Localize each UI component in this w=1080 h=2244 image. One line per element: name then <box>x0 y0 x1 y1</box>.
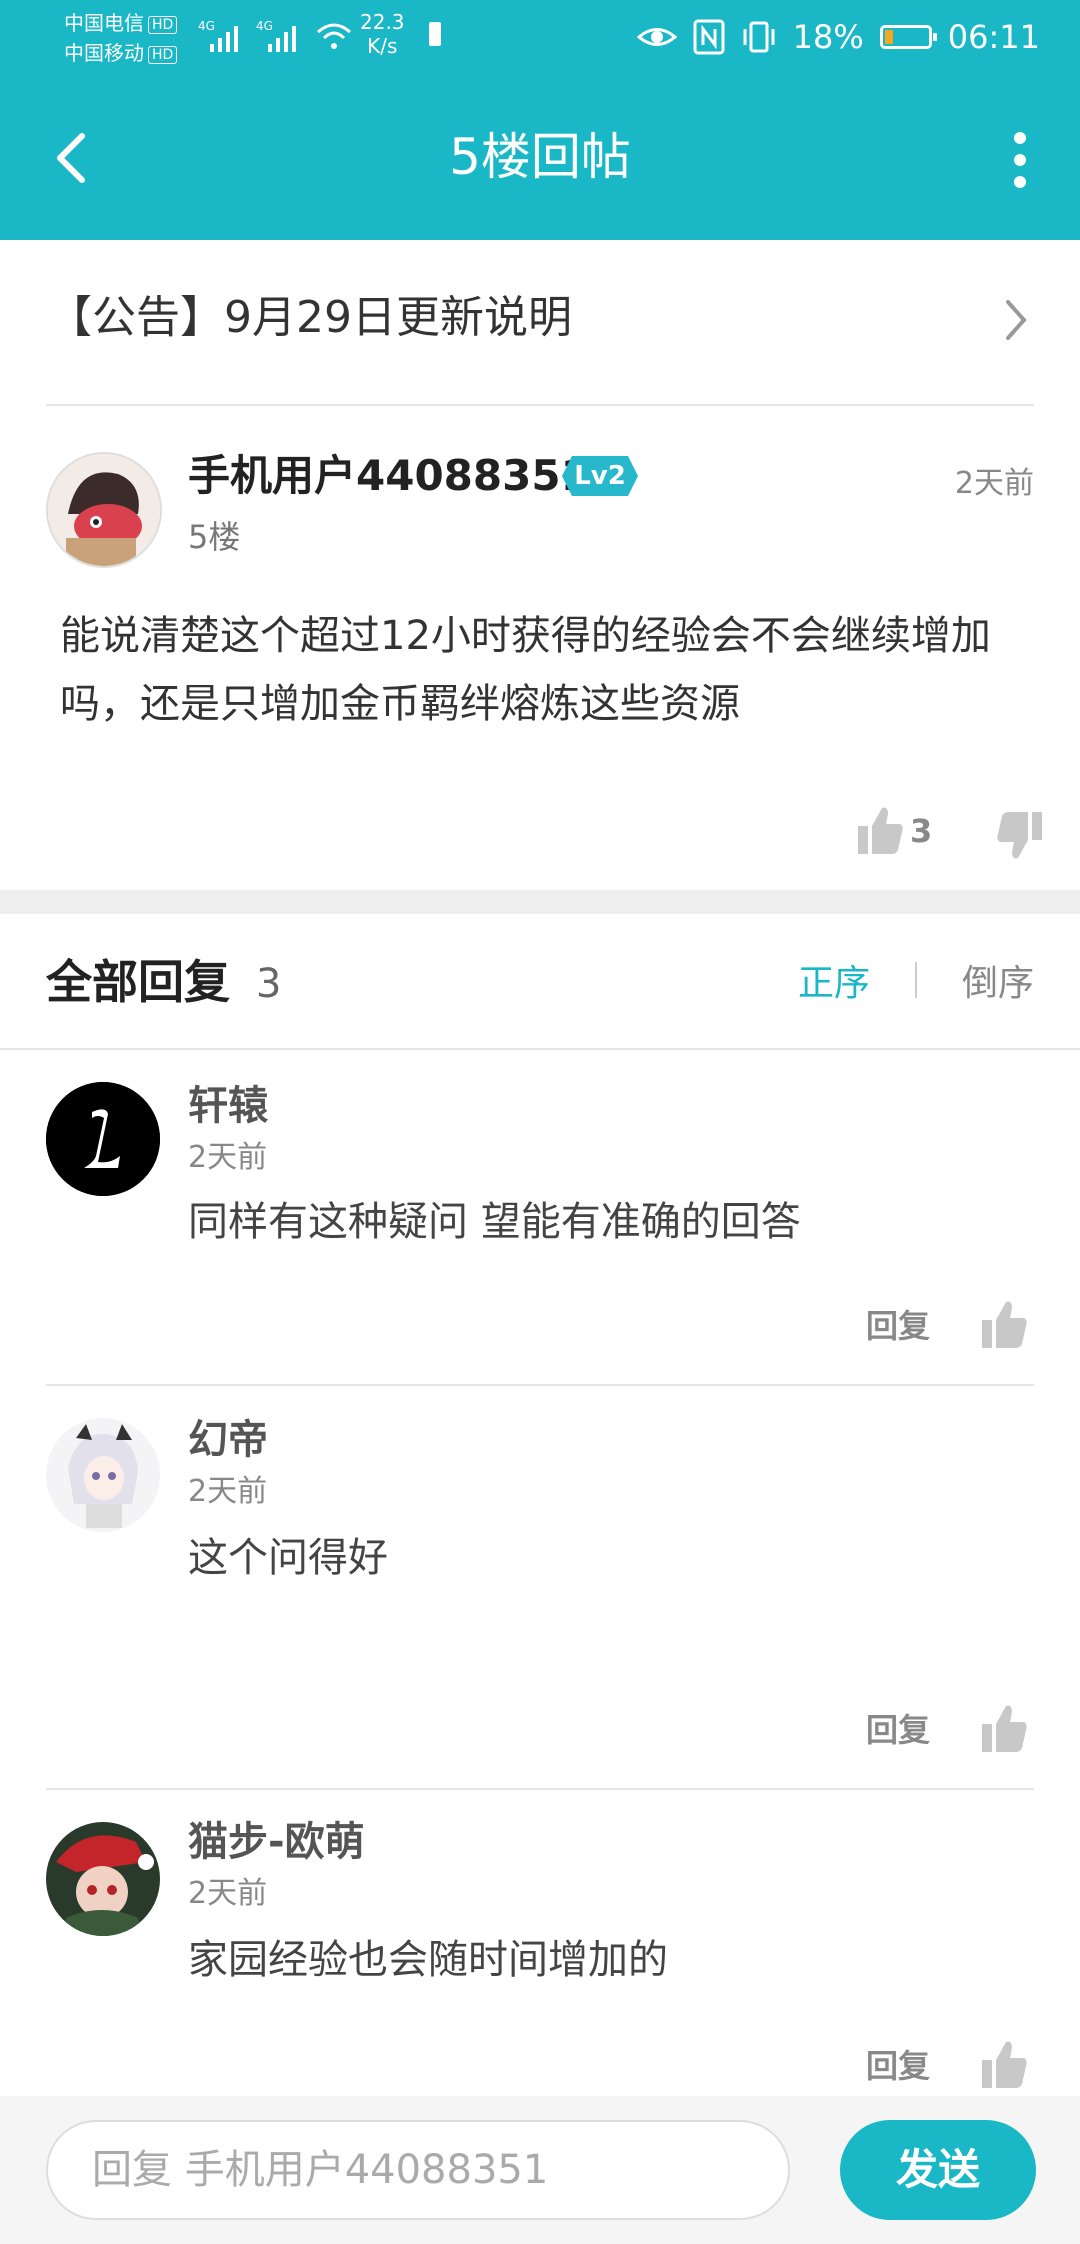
hd-badge: HD <box>148 45 178 64</box>
battery-percent: 18% <box>792 18 864 56</box>
reply-button[interactable]: 回复 <box>866 1708 930 1752</box>
clock: 06:11 <box>947 18 1040 56</box>
divider <box>46 1384 1034 1386</box>
sort-descending-tab[interactable]: 倒序 <box>962 958 1034 1010</box>
carrier-1: 中国电信 <box>64 11 144 35</box>
avatar[interactable] <box>46 1822 160 1936</box>
level-text: Lv2 <box>574 461 626 491</box>
thumbs-down-icon[interactable] <box>996 810 1044 862</box>
app-header: 5楼回帖 <box>0 80 1080 240</box>
post-floor: 5楼 <box>188 518 241 556</box>
reply-author[interactable]: 幻帝 <box>188 1414 268 1466</box>
reply-text: 家园经验也会随时间增加的 <box>188 1937 668 1983</box>
reply-time: 2天前 <box>188 1474 268 1509</box>
post-author[interactable]: 手机用户44088351 <box>188 448 590 504</box>
divider <box>46 404 1034 406</box>
battery-saver-icon <box>429 22 441 46</box>
speed-unit: K/s <box>367 34 398 58</box>
reply-composer: 回复 手机用户44088351 发送 <box>0 2096 1080 2244</box>
reply-time: 2天前 <box>188 1876 268 1911</box>
sort-ascending-tab[interactable]: 正序 <box>798 958 870 1010</box>
avatar[interactable] <box>46 1082 160 1196</box>
replies-count: 3 <box>256 961 282 1007</box>
carrier-2: 中国移动 <box>64 41 144 65</box>
eye-icon <box>636 28 677 46</box>
thumbs-up-icon[interactable] <box>980 1298 1028 1350</box>
hd-badge: HD <box>148 15 178 34</box>
wifi-icon <box>317 23 351 49</box>
nfc-icon <box>693 19 725 55</box>
avatar[interactable] <box>46 452 162 568</box>
replies-title: 全部回复 <box>46 955 230 1009</box>
reply-time: 2天前 <box>188 1140 268 1175</box>
thumbs-up-icon[interactable] <box>856 804 904 856</box>
avatar-image <box>46 1418 160 1532</box>
top-bar: 中国电信 HD 中国移动 HD 4G 4G 22.3 K/s 18% 06:11… <box>0 0 1080 240</box>
speed-value: 22.3 <box>360 10 405 34</box>
section-separator <box>0 890 1080 914</box>
post-content: 能说清楚这个超过12小时获得的经验会不会继续增加吗，还是只增加金币羁绊熔炼这些资… <box>60 613 991 727</box>
signal-icon: 4G <box>198 19 238 52</box>
divider <box>46 1788 1034 1790</box>
thumbs-up-icon[interactable] <box>980 2038 1028 2090</box>
battery-level <box>884 30 893 44</box>
divider <box>0 1048 1080 1050</box>
vibrate-icon <box>743 21 775 53</box>
network-speed: 22.3 K/s <box>360 10 405 58</box>
page-title: 5楼回帖 <box>449 128 631 186</box>
avatar-image <box>48 454 160 566</box>
notice-text: 【公告】9月29日更新说明 <box>48 292 572 343</box>
svg-text:4G: 4G <box>198 19 215 33</box>
battery-icon <box>879 25 937 49</box>
sort-divider <box>915 962 917 998</box>
signal-icon: 4G <box>256 19 296 52</box>
reply-text: 同样有这种疑问 望能有准确的回答 <box>188 1199 801 1245</box>
reply-author[interactable]: 猫步-欧萌 <box>188 1816 365 1868</box>
reply-button[interactable]: 回复 <box>866 1304 930 1348</box>
reply-button[interactable]: 回复 <box>866 2044 930 2088</box>
avatar[interactable] <box>46 1418 160 1532</box>
post-time: 2天前 <box>954 466 1034 501</box>
avatar-image <box>46 1822 160 1936</box>
level-badge: Lv2 <box>560 454 640 498</box>
chevron-right-icon <box>1006 300 1027 340</box>
thumbs-up-icon[interactable] <box>980 1702 1028 1754</box>
reply-author[interactable]: 轩辕 <box>188 1080 268 1132</box>
status-right: 18% 06:11 <box>636 12 1040 62</box>
avatar-image <box>46 1082 160 1196</box>
reply-input[interactable]: 回复 手机用户44088351 <box>46 2120 790 2220</box>
notice-bar[interactable]: 【公告】9月29日更新说明 <box>0 240 1080 404</box>
svg-text:4G: 4G <box>256 19 273 33</box>
status-bar: 中国电信 HD 中国移动 HD 4G 4G 22.3 K/s 18% 06:11 <box>0 0 1080 80</box>
send-button[interactable]: 发送 <box>840 2120 1036 2220</box>
carrier-info: 中国电信 HD 中国移动 HD <box>64 8 178 68</box>
more-options-icon[interactable] <box>1000 124 1040 196</box>
like-count: 3 <box>910 812 933 850</box>
reply-text: 这个问得好 <box>188 1535 388 1581</box>
